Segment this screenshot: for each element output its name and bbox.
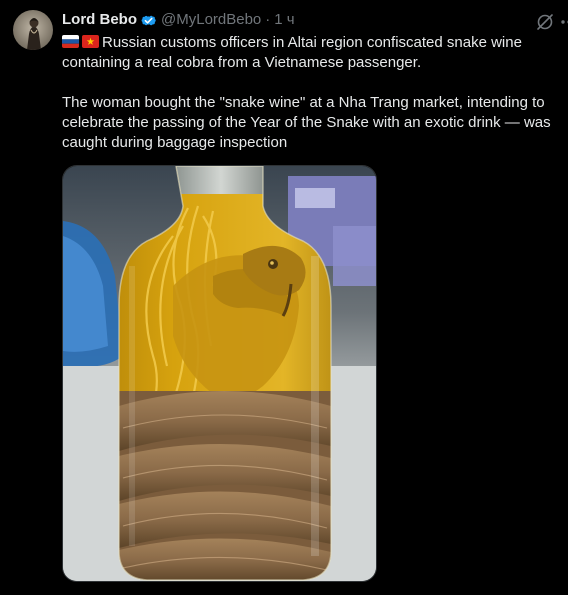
tweet-text: Russian customs officers in Altai region… [62,33,562,153]
tweet-header: Lord Bebo @MyLordBebo · 1 ч [62,11,295,29]
bottle-with-cobra-image [63,166,376,581]
grok-icon[interactable] [535,12,555,32]
verified-badge-icon [141,15,156,25]
tweet-timestamp[interactable]: 1 ч [274,11,294,29]
author-handle[interactable]: @MyLordBebo [161,11,261,29]
tweet-photo[interactable] [62,165,377,582]
header-separator: · [265,11,271,28]
tweet-paragraph-2: The woman bought the "snake wine" at a N… [62,94,551,151]
author-display-name[interactable]: Lord Bebo [62,11,137,29]
tweet-paragraph-1: Russian customs officers in Altai region… [62,33,562,73]
tweet[interactable]: Lord Bebo @MyLordBebo · 1 ч Russian cust… [0,0,568,595]
more-options-icon[interactable] [559,12,568,32]
avatar[interactable] [13,10,53,50]
avatar-silhouette-icon [13,10,53,50]
tweet-paragraph-1-text: Russian customs officers in Altai region… [62,34,522,71]
russia-flag-icon [62,35,79,48]
vietnam-flag-icon [82,35,99,48]
